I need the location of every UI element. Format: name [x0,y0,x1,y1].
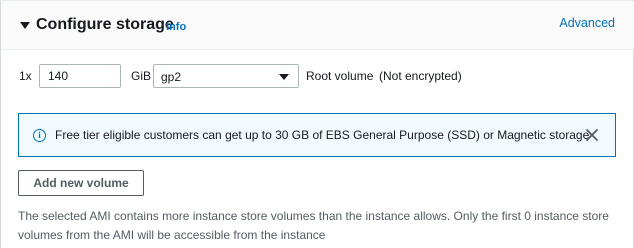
advanced-link[interactable]: Advanced [559,16,615,30]
volume-count-label: 1x [19,69,32,83]
section-title[interactable]: Configure storage [36,16,174,34]
chevron-down-icon [279,74,289,80]
collapse-caret-icon[interactable] [20,22,30,29]
size-unit-label: GiB [131,69,152,83]
volume-size-input[interactable] [39,64,121,88]
instance-store-footnote: The selected AMI contains more instance … [18,209,609,242]
root-volume-label: Root volume [306,69,374,83]
volume-type-value: gp2 [161,70,182,84]
configure-storage-panel: Configure storage Info Advanced 1x GiB g… [0,0,634,248]
info-circle-icon: i [33,129,46,142]
section-header: Configure storage Info Advanced [1,1,634,50]
add-new-volume-button[interactable]: Add new volume [18,170,144,196]
close-icon[interactable] [585,127,599,143]
volume-type-select[interactable]: gp2 [153,64,299,88]
alert-text: Free tier eligible customers can get up … [55,128,590,142]
encryption-status: (Not encrypted) [379,69,462,83]
info-link[interactable]: Info [166,21,186,33]
free-tier-alert: i Free tier eligible customers can get u… [18,113,616,157]
